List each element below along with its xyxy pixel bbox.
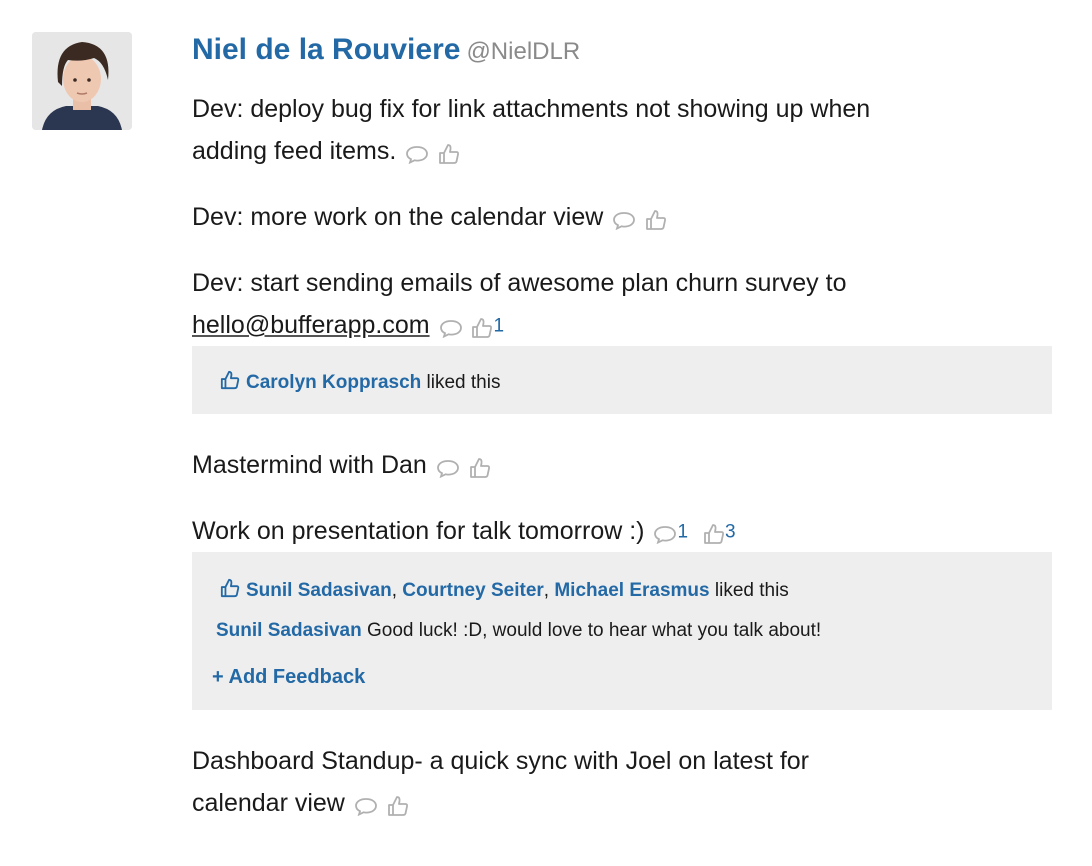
update-text-line: adding feed items.: [192, 137, 397, 165]
comment-bubble-icon: [354, 797, 377, 816]
thumbs-up-icon: [469, 457, 490, 478]
like-button[interactable]: [703, 511, 725, 553]
update-item: Mastermind with Dan: [192, 444, 1052, 487]
thumbs-up-icon: [439, 143, 460, 164]
avatar-image: [32, 32, 132, 130]
comment-button[interactable]: [653, 511, 677, 553]
update-item: Dev: deploy bug fix for link attachments…: [192, 88, 1052, 173]
update-text-line: Dashboard Standup- a quick sync with Joe…: [192, 747, 810, 775]
like-count[interactable]: 1: [493, 315, 504, 336]
update-text-line: Dev: deploy bug fix for link attachments…: [192, 95, 871, 123]
liker-name[interactable]: Courtney Seiter: [402, 580, 543, 601]
comment-count[interactable]: 1: [677, 521, 688, 542]
update-text-line: Dev: start sending emails of awesome pla…: [192, 269, 847, 297]
user-header: Niel de la Rouviere @NielDLR: [192, 26, 1052, 74]
comment-bubble-icon: [613, 211, 636, 230]
comment-text: Good luck! :D, would love to hear what y…: [367, 620, 822, 641]
comment-bubble-icon: [439, 319, 462, 338]
like-button[interactable]: [471, 305, 493, 347]
thumbs-up-icon: [220, 578, 240, 598]
thumbs-up-icon: [220, 370, 240, 390]
comment-row: Sunil Sadasivan Good luck! :D, would lov…: [216, 620, 821, 642]
liker-name[interactable]: Carolyn Kopprasch: [246, 372, 421, 393]
update-text-line: calendar view: [192, 789, 345, 817]
comment-bubble-icon: [436, 459, 459, 478]
avatar[interactable]: [32, 32, 132, 130]
thumbs-up-icon: [646, 209, 667, 230]
liked-this-label: liked this: [714, 580, 789, 601]
liker-name[interactable]: Sunil Sadasivan: [246, 580, 392, 601]
likes-row: Sunil Sadasivan, Courtney Seiter, Michae…: [220, 578, 789, 602]
email-link[interactable]: hello@bufferapp.com: [192, 311, 430, 339]
update-item: Dashboard Standup- a quick sync with Joe…: [192, 740, 1052, 825]
update-text: Dev: deploy bug fix for link attachments…: [192, 88, 1052, 173]
thumbs-up-icon: [472, 317, 493, 338]
update-item: Dev: more work on the calendar view: [192, 196, 1052, 239]
like-button[interactable]: [645, 197, 667, 239]
user-name[interactable]: Niel de la Rouviere: [192, 33, 460, 66]
comment-button[interactable]: [405, 131, 429, 173]
liked-this-label: liked this: [426, 372, 501, 393]
like-count[interactable]: 3: [725, 521, 736, 542]
thumbs-up-icon: [387, 795, 408, 816]
comment-button[interactable]: [354, 783, 378, 825]
like-button[interactable]: [469, 445, 491, 487]
update-item: Dev: start sending emails of awesome pla…: [192, 262, 1052, 347]
comment-button[interactable]: [612, 197, 636, 239]
update-feed: Niel de la Rouviere @NielDLR Dev: deploy …: [192, 26, 1052, 817]
update-text: Work on presentation for talk tomorrow :…: [192, 517, 645, 545]
comment-bubble-icon: [654, 525, 677, 544]
thumbs-up-icon: [704, 523, 724, 544]
comment-bubble-icon: [406, 145, 429, 164]
user-handle: @NielDLR: [466, 38, 581, 65]
add-feedback-link[interactable]: + Add Feedback: [212, 666, 365, 689]
feedback-panel: Sunil Sadasivan, Courtney Seiter, Michae…: [192, 552, 1052, 710]
comment-button[interactable]: [436, 445, 460, 487]
like-button[interactable]: [438, 131, 460, 173]
update-item: Work on presentation for talk tomorrow :…: [192, 510, 1052, 553]
feedback-panel: Carolyn Kopprasch liked this: [192, 346, 1052, 414]
comment-button[interactable]: [439, 305, 463, 347]
update-text: Dev: more work on the calendar view: [192, 203, 604, 231]
comment-author[interactable]: Sunil Sadasivan: [216, 620, 362, 641]
update-text: Mastermind with Dan: [192, 451, 427, 479]
liker-name[interactable]: Michael Erasmus: [554, 580, 709, 601]
like-button[interactable]: [387, 783, 409, 825]
